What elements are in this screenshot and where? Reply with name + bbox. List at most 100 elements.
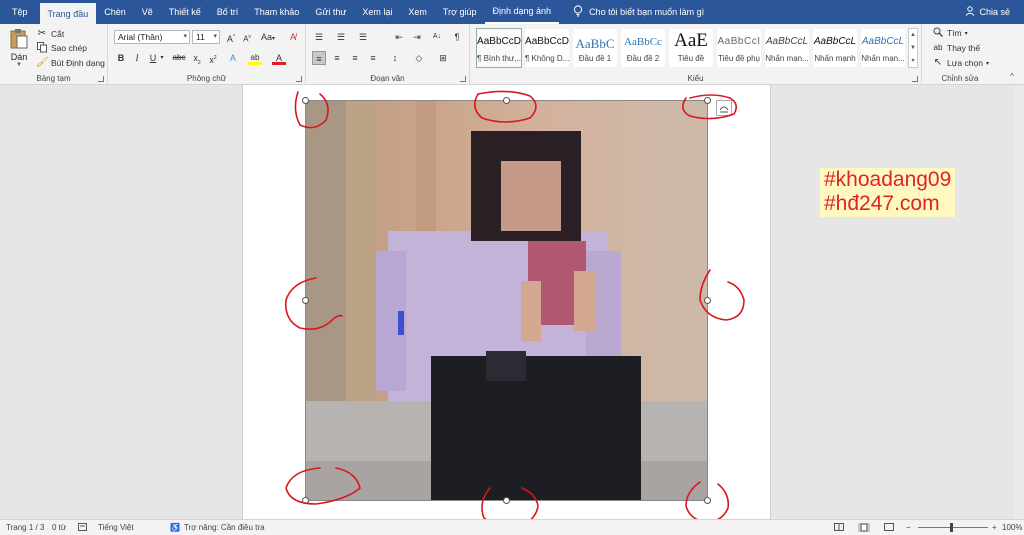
resize-handle-bottom-left[interactable] xyxy=(302,497,309,504)
tell-me-text: Cho tôi biết bạn muốn làm gì xyxy=(589,7,705,17)
select-button[interactable]: ↖ Lựa chọn ▾ xyxy=(932,57,989,69)
lightbulb-icon xyxy=(573,5,583,19)
sort-button[interactable]: A↓ xyxy=(430,30,444,44)
pixelated-photo xyxy=(306,101,707,500)
tab-mailings[interactable]: Gửi thư xyxy=(307,0,354,24)
paragraph-launcher[interactable] xyxy=(460,76,466,82)
resize-handle-right[interactable] xyxy=(704,297,711,304)
subscript-button[interactable]: x2 xyxy=(190,51,204,66)
zoom-out-button[interactable]: − xyxy=(906,523,911,532)
strikethrough-button[interactable]: abc xyxy=(170,51,188,65)
line-spacing-button[interactable]: ↕ xyxy=(388,51,402,65)
multilevel-list-button[interactable]: ☰ xyxy=(356,30,370,44)
zoom-slider-thumb[interactable] xyxy=(950,523,953,532)
read-mode-button[interactable] xyxy=(834,523,844,531)
borders-button[interactable]: ⊞ xyxy=(436,51,450,65)
resize-handle-top-left[interactable] xyxy=(302,97,309,104)
find-button[interactable]: Tìm ▾ xyxy=(932,27,968,39)
increase-indent-button[interactable]: ⇥ xyxy=(410,30,424,44)
resize-handle-top[interactable] xyxy=(503,97,510,104)
align-center-button[interactable]: ≡ xyxy=(330,51,344,65)
gallery-scroll[interactable]: ▲ ▼ ▾ xyxy=(908,28,918,68)
text-effects-button[interactable]: A xyxy=(226,51,240,65)
style-item[interactable]: AaBbCcL Nhấn mạn... xyxy=(860,28,906,68)
word-count[interactable]: 0 từ xyxy=(52,523,66,532)
style-sample: AaE xyxy=(674,30,708,51)
align-right-button[interactable]: ≡ xyxy=(348,51,362,65)
font-launcher[interactable] xyxy=(296,76,302,82)
style-item[interactable]: AaBbCcI Tiêu đề phụ xyxy=(716,28,762,68)
print-layout-button[interactable] xyxy=(858,523,870,532)
tab-help[interactable]: Trợ giúp xyxy=(435,0,485,24)
tab-insert[interactable]: Chèn xyxy=(96,0,134,24)
change-case-button[interactable]: Aa▾ xyxy=(258,30,278,44)
replace-button[interactable]: ab Thay thế xyxy=(932,42,981,54)
styles-launcher[interactable] xyxy=(912,76,918,82)
cut-button[interactable]: ✂ Cắt xyxy=(36,28,64,40)
ribbon-tab-bar: Tệp Trang đầu Chèn Vẽ Thiết kế Bố trí Th… xyxy=(0,0,1024,24)
tab-home[interactable]: Trang đầu xyxy=(39,3,97,24)
zoom-in-button[interactable]: + xyxy=(992,523,997,532)
collapse-ribbon-icon[interactable]: ^ xyxy=(1010,72,1014,81)
tab-picture-format[interactable]: Định dạng ảnh xyxy=(484,0,560,24)
language-indicator[interactable]: Tiếng Việt xyxy=(98,523,134,532)
show-marks-button[interactable]: ¶ xyxy=(450,30,464,44)
accessibility-label: Trợ năng: Cần điều tra xyxy=(183,523,265,532)
tab-draw[interactable]: Vẽ xyxy=(134,0,161,24)
bullets-button[interactable]: ☰ xyxy=(312,30,326,44)
watermark-line-1: #khoadang09 xyxy=(824,168,952,191)
font-color-button[interactable]: A xyxy=(272,51,286,65)
proofing-icon[interactable] xyxy=(78,523,87,531)
style-item[interactable]: AaBbCc Đầu đề 2 xyxy=(620,28,666,68)
zoom-slider[interactable] xyxy=(918,523,988,532)
highlight-button[interactable]: ab xyxy=(248,51,262,65)
vertical-scrollbar[interactable] xyxy=(1014,85,1024,519)
page-count[interactable]: Trang 1 / 3 xyxy=(6,523,44,532)
style-item[interactable]: AaBbCcL Nhấn mạnh xyxy=(812,28,858,68)
resize-handle-bottom[interactable] xyxy=(503,497,510,504)
person-icon xyxy=(965,6,975,18)
align-left-button[interactable]: ≡ xyxy=(312,51,326,65)
clear-formatting-button[interactable]: A̸ xyxy=(286,30,300,44)
share-label: Chia sẻ xyxy=(979,7,1010,17)
underline-dropdown[interactable]: ▾ xyxy=(158,51,166,65)
chevron-down-icon: ▾ xyxy=(964,30,968,37)
resize-handle-top-right[interactable] xyxy=(704,97,711,104)
grow-font-button[interactable]: A^ xyxy=(224,30,238,44)
shrink-font-button[interactable]: Av xyxy=(240,30,254,44)
tab-design[interactable]: Thiết kế xyxy=(161,0,209,24)
italic-button[interactable]: I xyxy=(130,51,144,65)
tab-review[interactable]: Xem lại xyxy=(354,0,400,24)
zoom-level[interactable]: 100% xyxy=(1002,523,1022,532)
numbering-button[interactable]: ☰ xyxy=(334,30,348,44)
tab-file[interactable]: Tệp xyxy=(0,0,40,24)
decrease-indent-button[interactable]: ⇤ xyxy=(392,30,406,44)
style-item[interactable]: AaBbCcD ¶ Bình thư... xyxy=(476,28,522,68)
superscript-button[interactable]: x2 xyxy=(206,51,220,65)
font-size-dropdown[interactable]: 11 ▾ xyxy=(192,30,220,44)
shading-button[interactable]: ◇ xyxy=(412,51,426,65)
web-layout-button[interactable] xyxy=(884,523,894,531)
bold-button[interactable]: B xyxy=(114,51,128,65)
style-item[interactable]: AaBbC Đầu đề 1 xyxy=(572,28,618,68)
font-name-dropdown[interactable]: Arial (Thân) ▾ xyxy=(114,30,190,44)
resize-handle-left[interactable] xyxy=(302,297,309,304)
resize-handle-bottom-right[interactable] xyxy=(704,497,711,504)
chevron-down-icon: ▾ xyxy=(985,60,989,67)
accessibility-checker[interactable]: ♿ Trợ năng: Cần điều tra xyxy=(170,523,265,532)
tab-layout[interactable]: Bố trí xyxy=(209,0,247,24)
format-painter-button[interactable]: 🖌 Bút Định dạng xyxy=(36,57,105,69)
justify-button[interactable]: ≡ xyxy=(366,51,380,65)
clipboard-launcher[interactable] xyxy=(98,76,104,82)
selected-picture[interactable] xyxy=(305,100,708,501)
style-item[interactable]: AaBbCcL Nhấn mạn... xyxy=(764,28,810,68)
style-item[interactable]: AaE Tiêu đề xyxy=(668,28,714,68)
style-item[interactable]: AaBbCcD ¶ Không D... xyxy=(524,28,570,68)
paste-button[interactable]: Dán ▼ xyxy=(6,28,32,72)
tab-references[interactable]: Tham khảo xyxy=(246,0,307,24)
copy-button[interactable]: Sao chép xyxy=(36,42,87,54)
tab-view[interactable]: Xem xyxy=(400,0,435,24)
layout-options-button[interactable] xyxy=(716,100,732,116)
tell-me-box[interactable]: Cho tôi biết bạn muốn làm gì xyxy=(559,0,704,24)
share-button[interactable]: Chia sẻ xyxy=(965,0,1024,24)
